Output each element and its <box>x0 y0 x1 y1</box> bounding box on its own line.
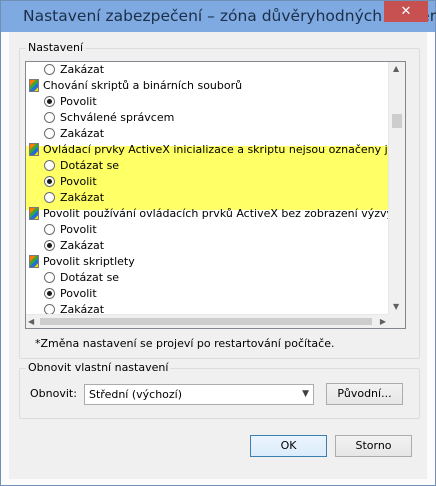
scroll-up-icon[interactable]: ▲ <box>393 64 399 74</box>
window-title: Nastavení zabezpečení – zóna důvěryhodný… <box>23 7 436 25</box>
setting-label: Zakázat <box>60 191 105 204</box>
setting-option[interactable]: Dotázat se <box>26 158 388 174</box>
setting-label: Ovládací prvky ActiveX inicializace a sk… <box>43 143 388 156</box>
radio-checked-icon[interactable] <box>44 96 55 107</box>
radio-unchecked-icon[interactable] <box>44 64 55 75</box>
settings-rows: Zakázat Chování skriptů a binárních soubo… <box>26 62 388 314</box>
scroll-down-icon[interactable]: ▼ <box>393 302 399 312</box>
setting-header: Povolit používání ovládacích prvků Activ… <box>26 206 388 222</box>
setting-option[interactable]: Zakázat <box>26 190 388 206</box>
reset-level-select[interactable]: Střední (výchozí) ▼ <box>84 384 314 405</box>
setting-label: Povolit <box>60 95 97 108</box>
setting-label: Dotázat se <box>60 271 120 284</box>
setting-label: Zakázat <box>60 239 105 252</box>
setting-option[interactable]: Povolit <box>26 286 388 302</box>
chevron-down-icon: ▼ <box>302 389 309 399</box>
vertical-scroll-thumb[interactable] <box>392 114 402 128</box>
setting-icon <box>29 143 39 156</box>
setting-option[interactable]: Povolit <box>26 222 388 238</box>
radio-unchecked-icon[interactable] <box>44 192 55 203</box>
setting-icon <box>29 207 39 220</box>
setting-option[interactable]: Zakázat <box>26 238 388 254</box>
security-settings-dialog: Nastavení zabezpečení – zóna důvěryhodný… <box>0 0 436 486</box>
reset-to-label: Obnovit: <box>30 387 77 400</box>
setting-label: Povolit <box>60 175 97 188</box>
setting-label: Zakázat <box>60 63 105 76</box>
setting-icon <box>29 255 39 268</box>
reset-level-value: Střední (výchozí) <box>89 388 183 401</box>
title-bar[interactable]: Nastavení zabezpečení – zóna důvěryhodný… <box>1 1 436 32</box>
setting-header: Povolit skriptlety <box>26 254 388 270</box>
vertical-scrollbar[interactable]: ▲ ▼ <box>388 62 405 314</box>
radio-checked-icon[interactable] <box>44 176 55 187</box>
scroll-right-icon[interactable]: ▶ <box>380 317 386 327</box>
setting-label: Zakázat <box>60 303 105 314</box>
setting-option[interactable]: Zakázat <box>26 302 388 314</box>
setting-label: Povolit <box>60 287 97 300</box>
setting-label: Zakázat <box>60 127 105 140</box>
settings-group-label: Nastavení <box>26 41 86 54</box>
setting-icon <box>29 79 39 92</box>
radio-unchecked-icon[interactable] <box>44 128 55 139</box>
setting-option[interactable]: Povolit <box>26 94 388 110</box>
setting-label: Dotázat se <box>60 159 120 172</box>
setting-label: Povolit používání ovládacích prvků Activ… <box>43 207 388 220</box>
horizontal-scrollbar[interactable]: ◀ ▶ <box>26 314 388 328</box>
horizontal-scroll-thumb[interactable] <box>40 318 372 325</box>
setting-label: Povolit <box>60 223 97 236</box>
radio-unchecked-icon[interactable] <box>44 272 55 283</box>
radio-checked-icon[interactable] <box>44 240 55 251</box>
scrollbar-corner <box>388 314 405 328</box>
restart-note: *Změna nastavení se projeví po restartov… <box>35 337 335 350</box>
radio-unchecked-icon[interactable] <box>44 224 55 235</box>
reset-button[interactable]: Původní... <box>326 383 403 405</box>
setting-label: Chování skriptů a binárních souborů <box>43 79 243 92</box>
reset-group-label: Obnovit vlastní nastavení <box>26 361 171 374</box>
setting-option[interactable]: Zakázat <box>26 62 388 78</box>
scroll-left-icon[interactable]: ◀ <box>28 317 34 327</box>
setting-option[interactable]: Dotázat se <box>26 270 388 286</box>
radio-unchecked-icon[interactable] <box>44 304 55 314</box>
cancel-button[interactable]: Storno <box>335 435 412 457</box>
setting-option[interactable]: Povolit <box>26 174 388 190</box>
radio-unchecked-icon[interactable] <box>44 160 55 171</box>
setting-label: Schválené správcem <box>60 111 175 124</box>
radio-unchecked-icon[interactable] <box>44 112 55 123</box>
setting-option[interactable]: Schválené správcem <box>26 110 388 126</box>
setting-label: Povolit skriptlety <box>43 255 135 268</box>
setting-option[interactable]: Zakázat <box>26 126 388 142</box>
setting-header: Ovládací prvky ActiveX inicializace a sk… <box>26 142 388 158</box>
radio-checked-icon[interactable] <box>44 288 55 299</box>
setting-header: Chování skriptů a binárních souborů <box>26 78 388 94</box>
ok-button[interactable]: OK <box>250 435 327 457</box>
settings-listbox[interactable]: Zakázat Chování skriptů a binárních soubo… <box>25 61 406 329</box>
close-button[interactable]: ✕ <box>384 1 428 22</box>
